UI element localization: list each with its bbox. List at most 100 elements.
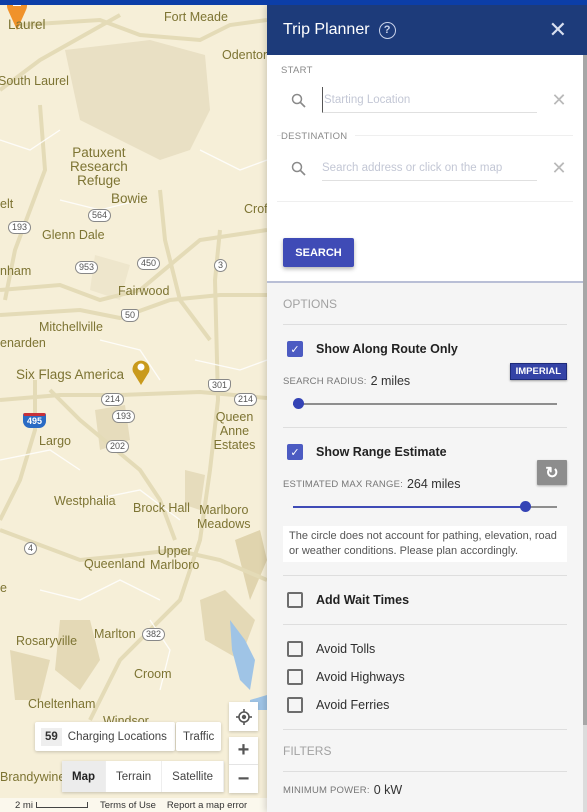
slider-thumb[interactable] (293, 398, 305, 409)
avoid-tolls-checkbox[interactable]: Avoid Tolls (283, 635, 567, 663)
route-shield: 953 (75, 261, 99, 274)
checkbox-label: Show Range Estimate (316, 445, 447, 459)
checkbox-label: Avoid Ferries (316, 698, 390, 712)
trip-planner-panel: Trip Planner ? ✕ START ✕ DESTINATION ✕ S… (267, 5, 587, 812)
charging-count-badge: 59 (41, 727, 62, 746)
search-radius-value: 2 miles (370, 374, 411, 388)
my-location-button[interactable] (229, 702, 258, 731)
zoom-control: + − (229, 737, 258, 793)
start-label: START (281, 65, 313, 76)
search-radius-row: SEARCH RADIUS: 2 miles IMPERIAL (283, 363, 567, 393)
min-power-value: 0 kW (373, 783, 403, 797)
place-label: Brandywine (0, 770, 66, 784)
max-range-slider[interactable] (293, 496, 557, 518)
map-footer: 2 mi Terms of Use Report a map error (0, 798, 267, 812)
scrollbar-thumb[interactable] (583, 55, 587, 725)
place-label: Bowie (111, 191, 148, 206)
locate-icon (235, 708, 252, 725)
place-label: Largo (39, 434, 71, 448)
map-type-map[interactable]: Map (62, 761, 106, 792)
max-range-key: ESTIMATED MAX RANGE: (283, 478, 403, 490)
panel-scrollbar[interactable] (583, 55, 587, 812)
clear-destination-icon[interactable]: ✕ (549, 158, 569, 179)
divider (283, 427, 567, 428)
avoid-ferries-checkbox[interactable]: Avoid Ferries (283, 691, 567, 719)
place-label: Upper Marlboro (150, 544, 200, 572)
avoid-highways-checkbox[interactable]: Avoid Highways (283, 663, 567, 691)
start-location-input[interactable] (322, 87, 537, 113)
place-label: Rosaryville (16, 634, 78, 648)
filters-heading: FILTERS (283, 730, 567, 772)
route-shield: 202 (106, 440, 130, 453)
clear-start-icon[interactable]: ✕ (549, 90, 569, 111)
place-label: Glenn Dale (42, 228, 105, 242)
route-shield: 193 (112, 410, 136, 423)
help-icon[interactable]: ? (378, 21, 396, 39)
slider-track (293, 403, 557, 405)
place-label: Mitchellville (39, 320, 103, 334)
checkbox-unchecked-icon (287, 641, 303, 657)
map-type-satellite[interactable]: Satellite (162, 761, 225, 792)
route-shield: 50 (121, 309, 140, 322)
checkbox-label: Avoid Highways (316, 670, 405, 684)
max-range-value: 264 miles (406, 477, 461, 491)
place-label: Cheltenham (28, 697, 96, 711)
search-radius-slider[interactable] (293, 393, 557, 415)
max-range-row: ESTIMATED MAX RANGE: 264 miles ↻ (283, 460, 567, 496)
place-label: elt (0, 197, 14, 211)
place-label: Marlton (94, 627, 136, 641)
zoom-in-button[interactable]: + (229, 737, 258, 765)
six-flags-poi-pin[interactable] (131, 358, 151, 391)
route-shield: 564 (88, 209, 112, 222)
place-label: nham (0, 264, 32, 278)
charging-locations-button[interactable]: 59 Charging Locations (35, 722, 175, 751)
range-disclaimer: The circle does not account for pathing,… (283, 526, 567, 562)
browser-top-bar (0, 0, 587, 5)
place-label: Patuxent Research Refuge (70, 145, 128, 188)
slider-thumb[interactable] (520, 501, 532, 512)
traffic-toggle-button[interactable]: Traffic (176, 722, 222, 751)
options-section: OPTIONS ✓ Show Along Route Only SEARCH R… (267, 283, 583, 802)
zoom-out-button[interactable]: − (229, 765, 258, 793)
place-label: Queenland (84, 557, 146, 571)
imperial-units-button[interactable]: IMPERIAL (509, 363, 567, 380)
divider (277, 201, 573, 202)
report-map-error-link[interactable]: Report a map error (167, 800, 247, 811)
destination-field-row: ✕ (281, 150, 569, 186)
map-view[interactable]: Fort Meade Laurel Odenton South Laurel P… (0, 0, 267, 812)
checkbox-checked-icon: ✓ (287, 444, 303, 460)
show-range-estimate-checkbox[interactable]: ✓ Show Range Estimate (283, 438, 567, 466)
place-label: Fairwood (118, 284, 170, 298)
map-background (0, 13, 267, 721)
destination-input[interactable] (322, 155, 537, 181)
checkbox-label: Avoid Tolls (316, 642, 376, 656)
show-along-route-checkbox[interactable]: ✓ Show Along Route Only (283, 335, 567, 363)
place-label: Six Flags America (16, 367, 125, 382)
checkbox-unchecked-icon (287, 697, 303, 713)
map-type-terrain[interactable]: Terrain (106, 761, 163, 792)
route-shield: 214 (234, 393, 258, 406)
terms-of-use-link[interactable]: Terms of Use (100, 800, 156, 811)
add-wait-times-checkbox[interactable]: Add Wait Times (283, 586, 567, 614)
search-button[interactable]: SEARCH (283, 238, 354, 267)
place-label: Croom (134, 667, 172, 681)
search-icon (286, 161, 310, 176)
min-power-key: MINIMUM POWER: (283, 784, 370, 796)
panel-title: Trip Planner (283, 21, 370, 38)
place-label: Westphalia (54, 494, 116, 508)
search-radius-key: SEARCH RADIUS: (283, 375, 367, 387)
checkbox-unchecked-icon (287, 592, 303, 608)
divider (283, 624, 567, 625)
route-shield: 450 (137, 257, 161, 270)
route-shield: 193 (8, 221, 32, 234)
place-label: Laurel (8, 17, 46, 32)
place-label: Brock Hall (133, 501, 190, 515)
destination-label: DESTINATION (281, 131, 356, 142)
options-heading: OPTIONS (283, 283, 567, 325)
search-icon (286, 93, 310, 108)
start-field-row: ✕ (281, 82, 569, 118)
close-icon[interactable]: ✕ (549, 17, 567, 43)
place-label: Odenton (222, 48, 267, 62)
refresh-range-button[interactable]: ↻ (537, 460, 567, 485)
place-label: Crof (244, 202, 267, 216)
